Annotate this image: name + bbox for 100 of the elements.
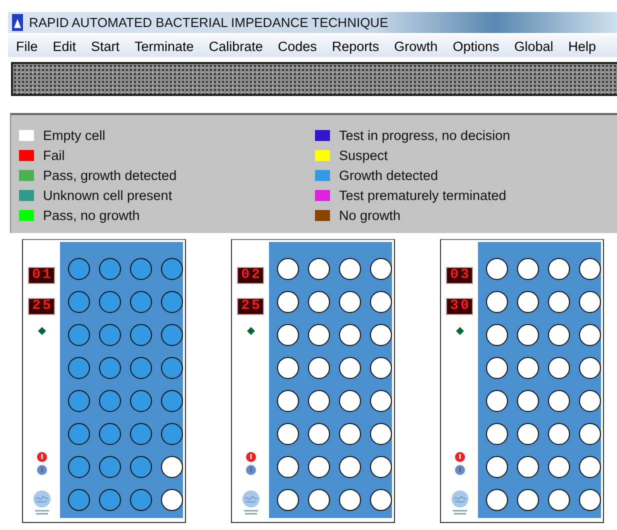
test-cell[interactable]	[486, 258, 508, 280]
test-cell[interactable]	[130, 357, 152, 379]
test-cell[interactable]	[339, 390, 361, 412]
test-cell[interactable]	[339, 423, 361, 445]
test-cell[interactable]	[370, 423, 392, 445]
test-cell[interactable]	[548, 258, 570, 280]
test-cell[interactable]	[370, 357, 392, 379]
test-cell[interactable]	[161, 258, 183, 280]
menu-item[interactable]: Growth	[386, 38, 445, 54]
test-cell[interactable]	[517, 291, 539, 313]
test-cell[interactable]	[486, 390, 508, 412]
test-cell[interactable]	[99, 291, 121, 313]
test-cell[interactable]	[517, 324, 539, 346]
test-cell[interactable]	[308, 324, 330, 346]
test-cell[interactable]	[308, 489, 330, 511]
test-cell[interactable]	[130, 489, 152, 511]
test-cell[interactable]	[517, 258, 539, 280]
test-cell[interactable]	[130, 456, 152, 478]
menu-item[interactable]: Start	[83, 38, 127, 54]
test-cell[interactable]	[68, 291, 90, 313]
test-cell[interactable]	[486, 489, 508, 511]
test-cell[interactable]	[130, 291, 152, 313]
test-cell[interactable]	[517, 423, 539, 445]
test-cell[interactable]	[308, 291, 330, 313]
test-cell[interactable]	[308, 357, 330, 379]
menu-item[interactable]: Calibrate	[200, 38, 270, 54]
test-cell[interactable]	[277, 456, 299, 478]
test-cell[interactable]	[99, 357, 121, 379]
menu-item[interactable]: Help	[560, 38, 604, 54]
test-cell[interactable]	[277, 357, 299, 379]
test-cell[interactable]	[339, 291, 361, 313]
test-cell[interactable]	[99, 390, 121, 412]
menu-item[interactable]: Options	[444, 38, 506, 54]
test-cell[interactable]	[99, 489, 121, 511]
menu-item[interactable]: Reports	[324, 38, 386, 54]
test-cell[interactable]	[517, 390, 539, 412]
test-cell[interactable]	[277, 489, 299, 511]
test-cell[interactable]	[579, 357, 601, 379]
test-cell[interactable]	[68, 489, 90, 511]
test-cell[interactable]	[277, 423, 299, 445]
test-cell[interactable]	[99, 258, 121, 280]
test-cell[interactable]	[370, 456, 392, 478]
test-cell[interactable]	[161, 390, 183, 412]
test-cell[interactable]	[277, 258, 299, 280]
test-cell[interactable]	[339, 324, 361, 346]
test-cell[interactable]	[579, 324, 601, 346]
test-cell[interactable]	[308, 423, 330, 445]
menu-item[interactable]: Edit	[44, 38, 84, 54]
menu-item[interactable]: Terminate	[126, 38, 201, 54]
test-cell[interactable]	[308, 258, 330, 280]
test-cell[interactable]	[68, 423, 90, 445]
test-cell[interactable]	[517, 489, 539, 511]
test-cell[interactable]	[161, 357, 183, 379]
test-cell[interactable]	[579, 489, 601, 511]
test-cell[interactable]	[370, 258, 392, 280]
test-cell[interactable]	[548, 456, 570, 478]
test-cell[interactable]	[339, 258, 361, 280]
test-cell[interactable]	[277, 324, 299, 346]
menu-item[interactable]: Global	[506, 38, 560, 54]
test-cell[interactable]	[370, 489, 392, 511]
test-cell[interactable]	[486, 357, 508, 379]
test-cell[interactable]	[161, 291, 183, 313]
test-cell[interactable]	[277, 291, 299, 313]
test-cell[interactable]	[517, 357, 539, 379]
test-cell[interactable]	[68, 390, 90, 412]
test-cell[interactable]	[486, 456, 508, 478]
test-cell[interactable]	[370, 390, 392, 412]
test-cell[interactable]	[99, 423, 121, 445]
test-cell[interactable]	[99, 324, 121, 346]
test-cell[interactable]	[308, 390, 330, 412]
menu-item[interactable]: File	[8, 38, 45, 54]
test-cell[interactable]	[68, 456, 90, 478]
test-cell[interactable]	[548, 291, 570, 313]
test-cell[interactable]	[486, 324, 508, 346]
test-cell[interactable]	[277, 390, 299, 412]
test-cell[interactable]	[308, 456, 330, 478]
test-cell[interactable]	[161, 489, 183, 511]
test-cell[interactable]	[486, 423, 508, 445]
test-cell[interactable]	[548, 390, 570, 412]
test-cell[interactable]	[130, 423, 152, 445]
test-cell[interactable]	[68, 357, 90, 379]
test-cell[interactable]	[161, 456, 183, 478]
test-cell[interactable]	[339, 489, 361, 511]
test-cell[interactable]	[161, 324, 183, 346]
test-cell[interactable]	[339, 357, 361, 379]
test-cell[interactable]	[370, 291, 392, 313]
test-cell[interactable]	[548, 489, 570, 511]
menu-item[interactable]: Codes	[270, 38, 324, 54]
test-cell[interactable]	[68, 324, 90, 346]
test-cell[interactable]	[579, 258, 601, 280]
test-cell[interactable]	[548, 324, 570, 346]
test-cell[interactable]	[339, 456, 361, 478]
test-cell[interactable]	[548, 423, 570, 445]
test-cell[interactable]	[130, 324, 152, 346]
test-cell[interactable]	[579, 291, 601, 313]
test-cell[interactable]	[130, 258, 152, 280]
test-cell[interactable]	[68, 258, 90, 280]
test-cell[interactable]	[370, 324, 392, 346]
test-cell[interactable]	[486, 291, 508, 313]
test-cell[interactable]	[130, 390, 152, 412]
